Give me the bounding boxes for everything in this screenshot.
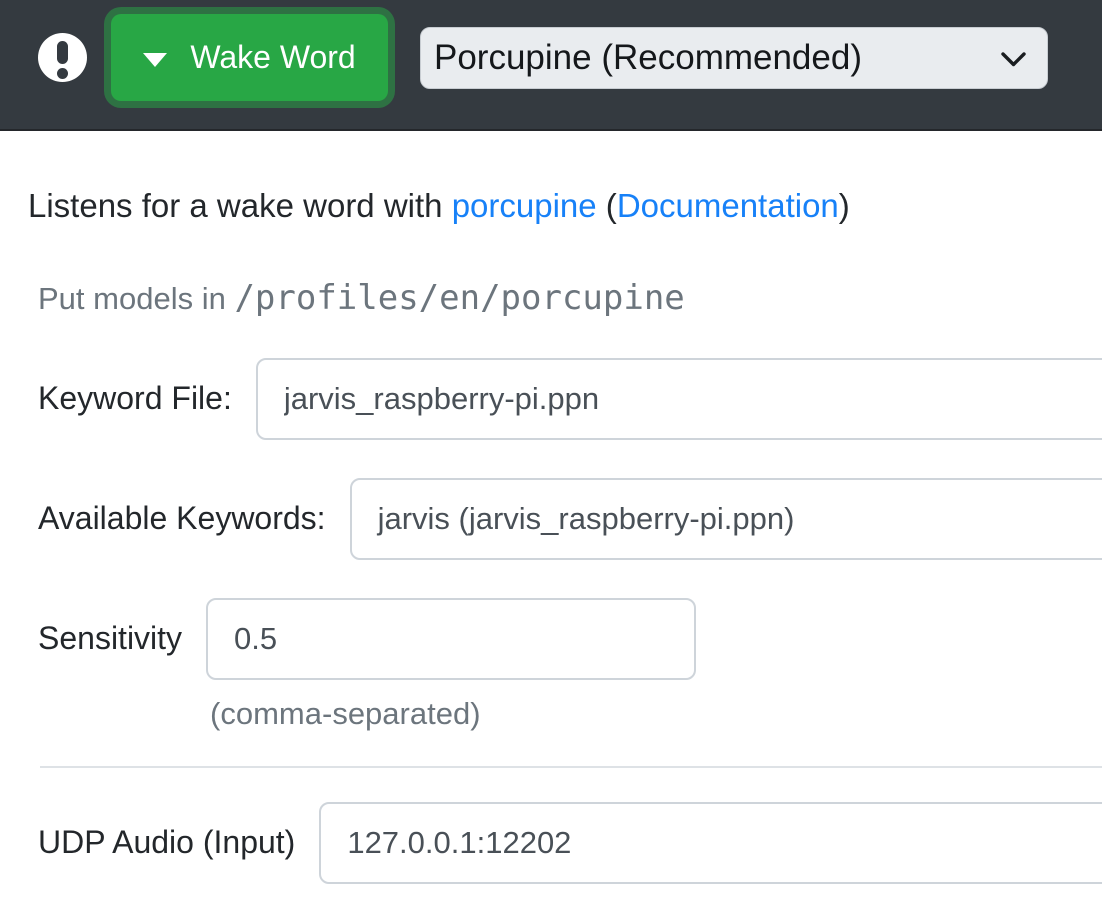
wake-word-description: Listens for a wake word with porcupine (… bbox=[28, 186, 1102, 226]
chevron-down-icon bbox=[1000, 51, 1027, 68]
udp-audio-row: UDP Audio (Input) bbox=[38, 802, 1102, 884]
keyword-file-row: Keyword File: bbox=[38, 358, 1102, 440]
wake-word-dropdown-button[interactable]: Wake Word bbox=[111, 14, 388, 101]
wake-word-button-label: Wake Word bbox=[190, 39, 355, 76]
wakeword-system-select-value: Porcupine (Recommended) bbox=[434, 38, 862, 78]
exclamation-bar bbox=[57, 41, 68, 64]
caret-down-icon bbox=[143, 53, 167, 67]
description-separator: ( bbox=[597, 187, 617, 224]
keyword-file-input[interactable] bbox=[256, 358, 1102, 440]
exclamation-circle-icon[interactable] bbox=[38, 33, 87, 82]
description-text: Listens for a wake word with bbox=[28, 187, 452, 224]
exclamation-dot bbox=[57, 68, 68, 79]
sensitivity-label: Sensitivity bbox=[38, 620, 182, 657]
sensitivity-field-group: (comma-separated) bbox=[206, 598, 696, 732]
keyword-file-label: Keyword File: bbox=[38, 380, 232, 417]
available-keywords-value: jarvis (jarvis_raspberry-pi.ppn) bbox=[378, 501, 795, 537]
available-keywords-label: Available Keywords: bbox=[38, 500, 326, 537]
top-navbar: Wake Word Porcupine (Recommended) bbox=[0, 0, 1102, 131]
porcupine-link[interactable]: porcupine bbox=[452, 187, 597, 224]
wakeword-system-select[interactable]: Porcupine (Recommended) bbox=[420, 27, 1048, 89]
wake-word-settings-panel: Listens for a wake word with porcupine (… bbox=[0, 131, 1102, 884]
documentation-link[interactable]: Documentation bbox=[617, 187, 839, 224]
available-keywords-select[interactable]: jarvis (jarvis_raspberry-pi.ppn) bbox=[350, 478, 1102, 560]
section-divider bbox=[40, 766, 1102, 768]
description-suffix: ) bbox=[839, 187, 850, 224]
sensitivity-hint: (comma-separated) bbox=[206, 696, 696, 732]
available-keywords-row: Available Keywords: jarvis (jarvis_raspb… bbox=[38, 478, 1102, 560]
udp-audio-input[interactable] bbox=[319, 802, 1102, 884]
models-path-note: Put models in /profiles/en/porcupine bbox=[38, 278, 1102, 318]
models-path: /profiles/en/porcupine bbox=[234, 278, 684, 318]
models-note-text: Put models in bbox=[38, 281, 234, 316]
sensitivity-input[interactable] bbox=[206, 598, 696, 680]
udp-audio-label: UDP Audio (Input) bbox=[38, 824, 295, 861]
sensitivity-row: Sensitivity (comma-separated) bbox=[38, 598, 1102, 732]
